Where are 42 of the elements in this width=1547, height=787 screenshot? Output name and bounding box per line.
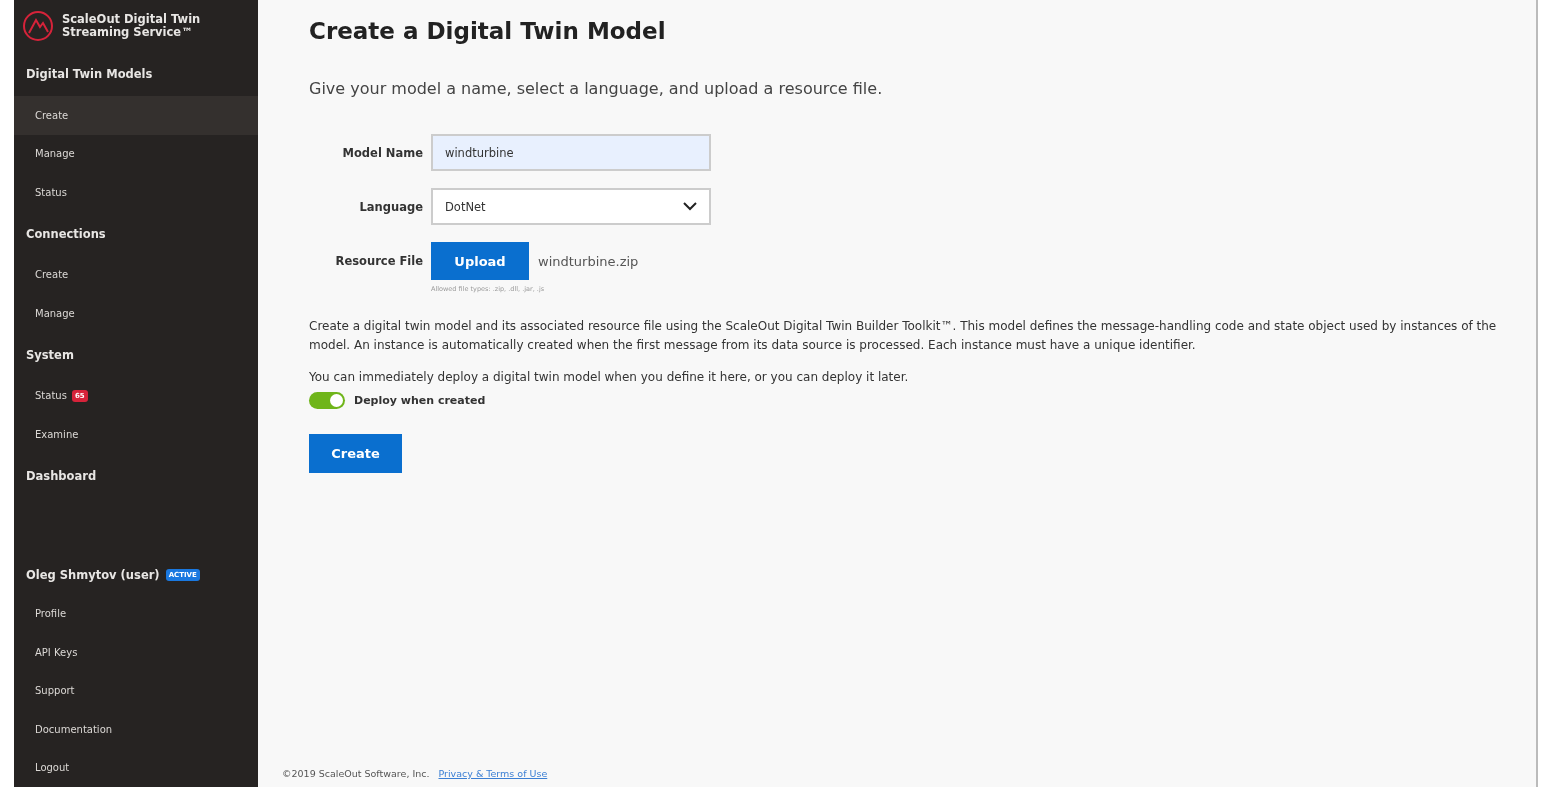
section-heading[interactable]: Digital Twin Models: [14, 52, 258, 96]
nav-label[interactable]: Create: [35, 269, 69, 281]
section-heading[interactable]: Connections: [14, 211, 258, 256]
language-select[interactable]: DotNet: [431, 188, 711, 225]
nav-item[interactable]: Support: [14, 671, 258, 710]
field-label: Language: [358, 199, 423, 214]
brand-name: ScaleOut Digital Twin Streaming Service™: [62, 13, 201, 39]
upload-button[interactable]: Upload: [431, 242, 529, 280]
nav-item[interactable]: Documentation: [14, 710, 258, 749]
field-label: Resource File: [334, 254, 423, 268]
section-heading[interactable]: Dashboard: [14, 453, 258, 498]
nav-item[interactable]: Status: [14, 173, 258, 212]
field-label: Model Name: [341, 145, 423, 160]
nav-label[interactable]: Status: [35, 390, 67, 402]
nav-item[interactable]: Examine: [14, 415, 258, 454]
description-text: Create a digital twin model and its associated resource file using the ScaleOut Digital Twin Builder Toolkit™. This model defines the message-handling code and state object used by instances of the model. An instance is automatically created when the first message from its data source is processed. Each instance must have a unique identifier.: [309, 318, 1498, 354]
nav-label[interactable]: Manage: [35, 307, 75, 319]
nav-label[interactable]: Manage: [35, 148, 75, 160]
nav-item[interactable]: Manage: [14, 134, 258, 173]
intro-text: Give your model a name, select a language, and upload a resource file.: [309, 79, 884, 98]
page-title: Create a Digital Twin Model: [309, 18, 667, 44]
toggle-label: Deploy when created: [354, 394, 486, 407]
user-name: Oleg Shmytov (user): [26, 567, 160, 582]
nav-item[interactable]: Profile: [14, 594, 258, 633]
privacy-link[interactable]: Privacy & Terms of Use: [438, 768, 548, 779]
nav-label[interactable]: Examine: [35, 428, 79, 440]
chevron-down-icon: [683, 202, 697, 211]
model-name-field[interactable]: windturbine: [431, 134, 711, 171]
toggle-switch[interactable]: [309, 392, 345, 409]
nav-item[interactable]: Manage: [14, 294, 258, 333]
nav-label[interactable]: Create: [35, 109, 69, 121]
section-heading[interactable]: System: [14, 332, 258, 377]
file-name: windturbine.zip: [538, 253, 639, 269]
deploy-note: You can immediately deploy a digital twin model when you define it here, or you can deploy it later.: [309, 370, 910, 384]
logo-icon: [22, 10, 54, 42]
nav-item[interactable]: Create: [14, 255, 258, 294]
nav-item[interactable]: API Keys: [14, 633, 258, 672]
create-button[interactable]: Create: [309, 434, 402, 473]
copyright-text: ©2019 ScaleOut Software, Inc.: [282, 768, 430, 779]
nav-item[interactable]: Logout: [14, 748, 258, 787]
nav-label[interactable]: Status: [35, 186, 67, 198]
nav-item[interactable]: Create: [14, 96, 258, 135]
